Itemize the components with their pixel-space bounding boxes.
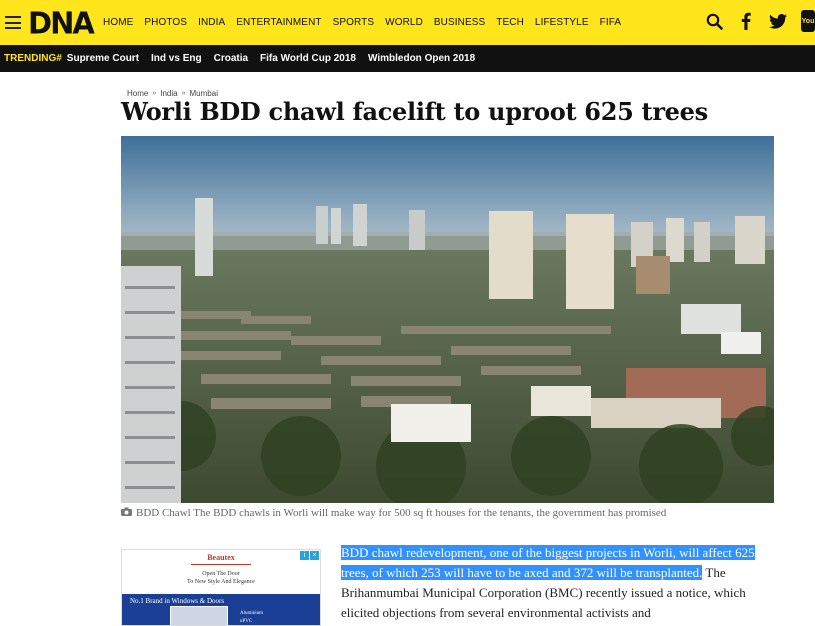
ad-info-icon[interactable]: i — [300, 551, 309, 560]
nav-fifa[interactable]: FIFA — [600, 17, 622, 28]
nav-tech[interactable]: TECH — [496, 17, 524, 28]
article-title: Worli BDD chawl facelift to uproot 625 t… — [121, 97, 708, 126]
nav-lifestyle[interactable]: LIFESTYLE — [535, 17, 589, 28]
header-icons: You — [691, 10, 815, 32]
twitter-icon[interactable] — [769, 11, 787, 31]
ad-choices[interactable]: i × — [299, 551, 319, 560]
caption-text: BDD Chawl The BDD chawls in Worli will m… — [136, 507, 667, 519]
trending-label: TRENDING# — [4, 53, 62, 64]
ad-banner-text: No.1 Brand in Windows & Doors — [130, 597, 225, 605]
menu-icon[interactable] — [5, 16, 21, 29]
breadcrumb-separator: » — [181, 90, 186, 97]
trending-item[interactable]: Fifa World Cup 2018 — [260, 53, 356, 64]
window-image — [170, 606, 228, 625]
ad-top: Beautex Open The Door To New Style And E… — [122, 550, 320, 594]
ad-banner: No.1 Brand in Windows & Doors Aluminium … — [122, 594, 320, 625]
nav-photos[interactable]: PHOTOS — [144, 17, 187, 28]
camera-icon — [121, 507, 132, 519]
nav-entertainment[interactable]: ENTERTAINMENT — [236, 17, 321, 28]
youtube-icon[interactable]: You — [801, 10, 815, 32]
ad-line2: To New Style And Elegance — [187, 579, 255, 585]
ad-divider — [191, 564, 251, 565]
ad-line1: Open The Door — [202, 571, 240, 577]
main-nav: HOME PHOTOS INDIA ENTERTAINMENT SPORTS W… — [103, 17, 632, 28]
ad-bullet: uPVC — [240, 619, 253, 624]
trending-item[interactable]: Ind vs Eng — [151, 53, 202, 64]
site-header: DNA HOME PHOTOS INDIA ENTERTAINMENT SPOR… — [0, 0, 815, 45]
trending-item[interactable]: Croatia — [214, 53, 248, 64]
close-icon[interactable]: × — [310, 551, 319, 560]
ad-brand: Beautex — [207, 553, 235, 562]
breadcrumb-separator: » — [152, 90, 157, 97]
article-hero-image — [121, 136, 774, 503]
site-logo[interactable]: DNA — [28, 5, 95, 41]
search-icon[interactable] — [705, 11, 723, 31]
selected-text[interactable]: BDD chawl redevelopment, one of the bigg… — [341, 545, 755, 580]
image-caption: BDD Chawl The BDD chawls in Worli will m… — [121, 507, 666, 519]
nav-world[interactable]: WORLD — [385, 17, 423, 28]
facebook-icon[interactable] — [737, 11, 755, 31]
youtube-label: You — [801, 17, 815, 25]
trending-item[interactable]: Wimbledon Open 2018 — [368, 53, 475, 64]
nav-home[interactable]: HOME — [103, 17, 133, 28]
trending-item[interactable]: Supreme Court — [67, 53, 139, 64]
trending-bar: TRENDING# Supreme Court Ind vs Eng Croat… — [0, 45, 815, 72]
advertisement[interactable]: i × Beautex Open The Door To New Style A… — [121, 549, 321, 626]
nav-sports[interactable]: SPORTS — [333, 17, 375, 28]
article-body: BDD chawl redevelopment, one of the bigg… — [341, 543, 781, 623]
nav-india[interactable]: INDIA — [198, 17, 225, 28]
nav-business[interactable]: BUSINESS — [434, 17, 485, 28]
ad-bullet: Aluminium — [240, 611, 264, 616]
